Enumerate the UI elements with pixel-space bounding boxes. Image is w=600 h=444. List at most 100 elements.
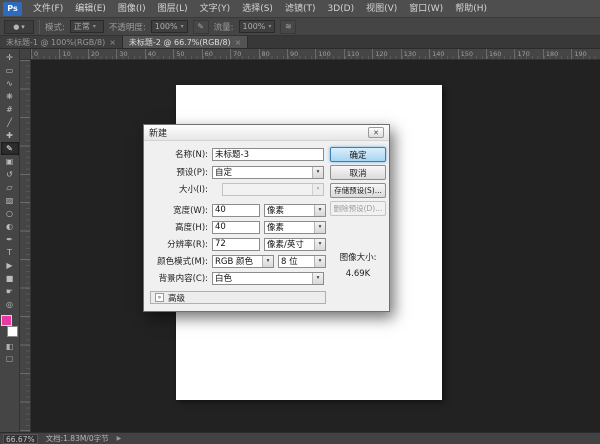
zoom-level-input[interactable]: 66.67% bbox=[3, 433, 38, 444]
width-label: 宽度(W): bbox=[173, 206, 208, 216]
tool-preset-picker[interactable]: ● ▾ bbox=[4, 19, 34, 34]
ruler-label: 100 bbox=[315, 49, 344, 59]
advanced-section-toggle[interactable]: » 高级 bbox=[150, 291, 326, 304]
crop-tool[interactable]: # bbox=[1, 103, 19, 116]
options-bar: ● ▾ 模式: 正常 ▾ 不透明度: 100% ▾ ✎ 流量: 100% ▾ ≋ bbox=[0, 18, 600, 36]
eraser-tool[interactable]: ▱ bbox=[1, 181, 19, 194]
hand-tool[interactable]: ☛ bbox=[1, 285, 19, 298]
tab-close-icon[interactable]: × bbox=[109, 38, 116, 47]
airbrush-icon[interactable]: ≋ bbox=[280, 19, 297, 34]
advanced-label: 高级 bbox=[168, 293, 186, 304]
menu-3d[interactable]: 3D(D) bbox=[321, 0, 360, 18]
ruler-label: 140 bbox=[429, 49, 458, 59]
ruler-label: 60 bbox=[201, 49, 231, 59]
resolution-input[interactable] bbox=[212, 237, 260, 251]
pen-tool[interactable]: ✒ bbox=[1, 233, 19, 246]
screen-mode-button[interactable]: ▢ bbox=[1, 352, 19, 364]
menu-filter[interactable]: 滤镜(T) bbox=[279, 0, 322, 18]
gradient-tool[interactable]: ▨ bbox=[1, 194, 19, 207]
chevron-down-icon: ▾ bbox=[262, 255, 273, 267]
flow-value: 100% bbox=[242, 22, 266, 31]
preset-label: 预设(P): bbox=[176, 168, 208, 178]
menu-type[interactable]: 文字(Y) bbox=[194, 0, 237, 18]
name-input[interactable] bbox=[212, 147, 324, 161]
size-select: ▾ bbox=[222, 182, 324, 196]
width-unit-select[interactable]: 像素 ▾ bbox=[264, 203, 326, 217]
flow-label: 流量: bbox=[213, 22, 234, 33]
status-options-arrow-icon[interactable]: ▶ bbox=[117, 435, 122, 442]
brush-tool[interactable]: ✎ bbox=[0, 142, 19, 155]
chevron-down-icon: ▾ bbox=[180, 23, 184, 30]
menu-view[interactable]: 视图(V) bbox=[360, 0, 403, 18]
type-tool[interactable]: T bbox=[1, 246, 19, 259]
bit-depth-select[interactable]: 8 位 ▾ bbox=[278, 254, 326, 268]
document-size-info: 文档:1.83M/0字节 bbox=[45, 434, 109, 443]
clone-stamp-tool[interactable]: ▣ bbox=[1, 155, 19, 168]
disclosure-icon: » bbox=[155, 293, 164, 302]
width-input[interactable] bbox=[212, 203, 260, 217]
delete-preset-button: 删除预设(D)... bbox=[330, 201, 386, 216]
pen-pressure-icon[interactable]: ✎ bbox=[192, 19, 209, 34]
preset-select[interactable]: 自定 ▾ bbox=[212, 165, 324, 179]
tab-untitled-2[interactable]: 未标题-2 @ 66.7%(RGB/8) × bbox=[122, 36, 249, 48]
dialog-titlebar[interactable]: 新建 ✕ bbox=[144, 125, 389, 141]
save-preset-button[interactable]: 存储预设(S)... bbox=[330, 183, 386, 198]
ruler-label: 110 bbox=[343, 49, 373, 59]
resolution-row: 分辨率(R): 像素/英寸 ▾ bbox=[148, 237, 328, 251]
height-unit-select[interactable]: 像素 ▾ bbox=[264, 220, 326, 234]
horizontal-ruler[interactable]: 0 10 20 30 40 50 60 70 80 90 100 110 120… bbox=[31, 49, 600, 60]
cancel-button[interactable]: 取消 bbox=[330, 165, 386, 180]
resolution-unit-value: 像素/英寸 bbox=[267, 240, 304, 250]
ruler-corner bbox=[20, 49, 31, 60]
ok-button[interactable]: 确定 bbox=[330, 147, 386, 162]
color-mode-select[interactable]: RGB 颜色 ▾ bbox=[212, 254, 274, 268]
tab-close-icon[interactable]: × bbox=[235, 38, 242, 47]
chevron-down-icon: ▾ bbox=[92, 23, 96, 30]
zoom-tool[interactable]: ◎ bbox=[1, 298, 19, 311]
mode-select[interactable]: 正常 ▾ bbox=[69, 20, 104, 33]
tab-label: 未标题-1 @ 100%(RGB/8) bbox=[6, 37, 106, 47]
height-input[interactable] bbox=[212, 220, 260, 234]
foreground-color-swatch[interactable] bbox=[0, 315, 12, 326]
eyedropper-tool[interactable]: ╱ bbox=[1, 116, 19, 129]
menu-layer[interactable]: 图层(L) bbox=[152, 0, 194, 18]
menu-window[interactable]: 窗口(W) bbox=[403, 0, 449, 18]
chevron-down-icon: ▾ bbox=[21, 22, 25, 31]
resolution-unit-select[interactable]: 像素/英寸 ▾ bbox=[264, 237, 326, 251]
menu-image[interactable]: 图像(I) bbox=[112, 0, 152, 18]
background-color-swatch[interactable] bbox=[6, 326, 18, 337]
name-label: 名称(N): bbox=[175, 150, 208, 160]
blur-tool[interactable]: ○ bbox=[1, 207, 19, 220]
move-tool[interactable]: ✛ bbox=[1, 51, 19, 64]
menu-help[interactable]: 帮助(H) bbox=[449, 0, 493, 18]
quick-selection-tool[interactable]: ❋ bbox=[1, 90, 19, 103]
background-contents-value: 白色 bbox=[215, 274, 233, 284]
healing-brush-tool[interactable]: ✚ bbox=[1, 129, 19, 142]
chevron-down-icon: ▾ bbox=[314, 255, 325, 267]
lasso-tool[interactable]: ∿ bbox=[1, 77, 19, 90]
photoshop-window: Ps 文件(F) 编辑(E) 图像(I) 图层(L) 文字(Y) 选择(S) 滤… bbox=[0, 0, 600, 444]
path-selection-tool[interactable]: ▶ bbox=[1, 259, 19, 272]
menu-select[interactable]: 选择(S) bbox=[236, 0, 279, 18]
quick-mask-button[interactable]: ◧ bbox=[1, 340, 19, 352]
opacity-select[interactable]: 100% ▾ bbox=[150, 20, 188, 33]
vertical-ruler[interactable] bbox=[20, 60, 31, 432]
close-icon[interactable]: ✕ bbox=[368, 127, 384, 138]
image-size-value: 4.69K bbox=[345, 269, 371, 279]
menu-file[interactable]: 文件(F) bbox=[27, 0, 69, 18]
status-bar: 66.67% 文档:1.83M/0字节 ▶ bbox=[0, 432, 600, 444]
rectangular-marquee-tool[interactable]: ▭ bbox=[1, 64, 19, 77]
color-swatches bbox=[0, 315, 19, 337]
tab-untitled-1[interactable]: 未标题-1 @ 100%(RGB/8) × bbox=[0, 36, 123, 48]
options-separator bbox=[39, 19, 40, 34]
menu-edit[interactable]: 编辑(E) bbox=[69, 0, 112, 18]
history-brush-tool[interactable]: ↺ bbox=[1, 168, 19, 181]
shape-tool[interactable]: ■ bbox=[1, 272, 19, 285]
background-contents-select[interactable]: 白色 ▾ bbox=[212, 271, 324, 285]
width-unit-value: 像素 bbox=[267, 206, 285, 216]
size-label: 大小(I): bbox=[178, 185, 208, 195]
size-row: 大小(I): ▾ bbox=[148, 182, 328, 196]
flow-select[interactable]: 100% ▾ bbox=[238, 20, 276, 33]
ruler-label: 20 bbox=[87, 49, 117, 59]
dodge-tool[interactable]: ◐ bbox=[1, 220, 19, 233]
